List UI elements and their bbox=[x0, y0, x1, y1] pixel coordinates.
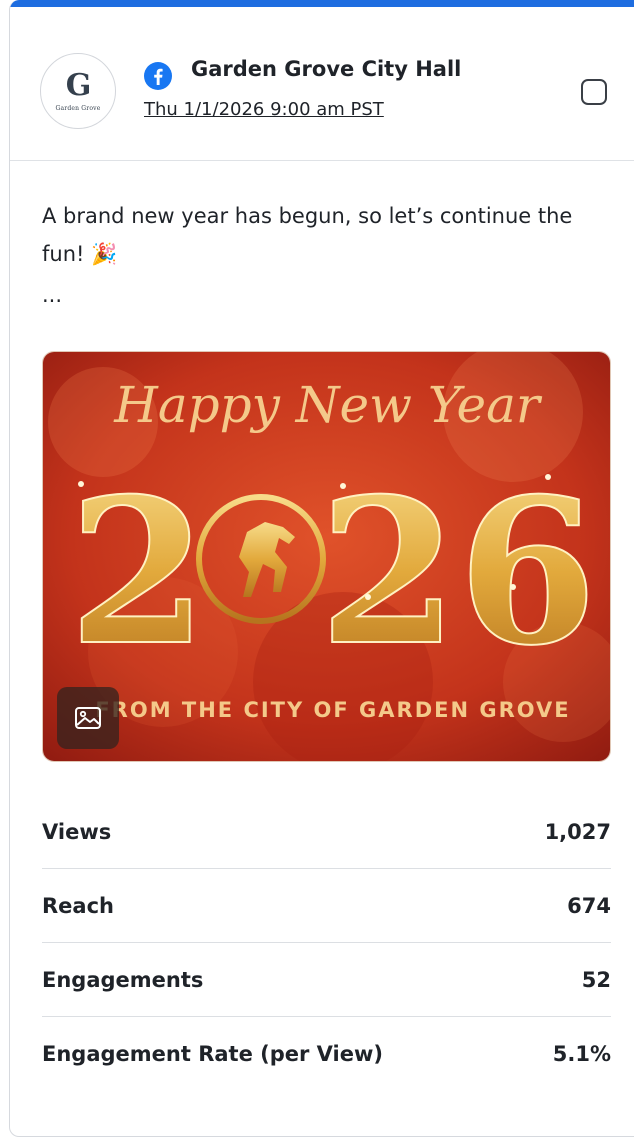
metric-engagements: Engagements 52 bbox=[42, 943, 611, 1017]
metric-label: Reach bbox=[42, 893, 114, 918]
select-checkbox[interactable] bbox=[581, 79, 607, 105]
page-name[interactable]: Garden Grove City Hall bbox=[191, 57, 461, 81]
post-metrics: Views 1,027 Reach 674 Engagements 52 Eng… bbox=[42, 795, 611, 1091]
post-card: G Garden Grove Garden Grove City Hall Th… bbox=[9, 0, 634, 1137]
metric-value: 5.1% bbox=[552, 1042, 611, 1066]
avatar-logo: G bbox=[65, 67, 92, 103]
metric-reach: Reach 674 bbox=[42, 869, 611, 943]
card-accent-bar bbox=[10, 0, 634, 7]
media-type-badge bbox=[57, 687, 119, 749]
metric-label: Engagements bbox=[42, 967, 204, 992]
metric-views: Views 1,027 bbox=[42, 795, 611, 869]
image-title-script: Happy New Year bbox=[113, 376, 543, 434]
post-timestamp-link[interactable]: Thu 1/1/2026 9:00 am PST bbox=[144, 99, 384, 120]
see-more-ellipsis[interactable]: ... bbox=[42, 283, 62, 307]
metric-value: 674 bbox=[567, 893, 611, 918]
facebook-icon bbox=[144, 62, 172, 90]
post-text: A brand new year has begun, so let’s con… bbox=[42, 204, 573, 266]
metric-value: 52 bbox=[581, 967, 611, 992]
post-header: G Garden Grove Garden Grove City Hall Th… bbox=[10, 7, 634, 161]
image-year-right: 26 bbox=[319, 455, 597, 690]
metric-label: Engagement Rate (per View) bbox=[42, 1042, 383, 1066]
image-footer-text: FROM THE CITY OF GARDEN GROVE bbox=[95, 698, 570, 722]
avatar[interactable]: G Garden Grove bbox=[40, 53, 116, 129]
metric-engagement-rate: Engagement Rate (per View) 5.1% bbox=[42, 1017, 611, 1091]
image-icon bbox=[75, 707, 101, 729]
image-year-left: 2 bbox=[68, 455, 207, 690]
new-year-graphic: Happy New Year 2 26 FROM THE CITY OF GAR… bbox=[43, 352, 610, 761]
avatar-logo-text: Garden Grove bbox=[55, 104, 101, 112]
metric-label: Views bbox=[42, 819, 112, 844]
metric-value: 1,027 bbox=[544, 819, 611, 844]
post-image[interactable]: Happy New Year 2 26 FROM THE CITY OF GAR… bbox=[42, 351, 611, 762]
